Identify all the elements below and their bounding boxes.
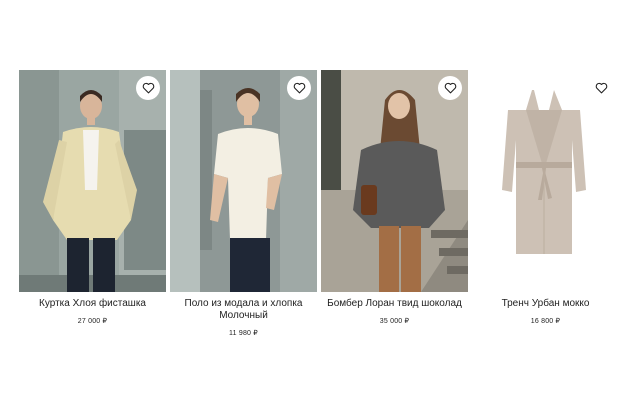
product-card[interactable]: Куртка Хлоя фисташка 27 000 ₽: [19, 70, 166, 340]
product-card[interactable]: Поло из модала и хлопка Молочный 11 980 …: [170, 70, 317, 340]
product-price: 16 800 ₽: [530, 318, 561, 325]
product-price: 35 000 ₽: [379, 318, 410, 325]
heart-outline-icon: [142, 82, 154, 94]
product-title[interactable]: Тренч Урбан мокко: [472, 298, 619, 310]
product-image[interactable]: [170, 70, 317, 292]
heart-outline-icon: [293, 82, 305, 94]
product-grid: Куртка Хлоя фисташка 27 000 ₽ Поло из мо…: [19, 70, 623, 340]
product-image[interactable]: [472, 70, 619, 292]
product-price: 11 980 ₽: [229, 330, 258, 337]
product-image[interactable]: [19, 70, 166, 292]
product-title[interactable]: Поло из модала и хлопка Молочный: [170, 298, 317, 322]
product-card[interactable]: Тренч Урбан мокко 16 800 ₽: [472, 70, 619, 340]
favorite-button[interactable]: [438, 76, 462, 100]
product-image[interactable]: [321, 70, 468, 292]
heart-outline-icon: [595, 82, 607, 94]
favorite-button[interactable]: [287, 76, 311, 100]
favorite-button[interactable]: [136, 76, 160, 100]
product-card[interactable]: Бомбер Лоран твид шоколад 35 000 ₽: [321, 70, 468, 340]
product-price: 27 000 ₽: [77, 318, 108, 325]
product-title[interactable]: Бомбер Лоран твид шоколад: [321, 298, 468, 310]
product-title[interactable]: Куртка Хлоя фисташка: [19, 298, 166, 310]
heart-outline-icon: [444, 82, 456, 94]
favorite-button[interactable]: [589, 76, 613, 100]
